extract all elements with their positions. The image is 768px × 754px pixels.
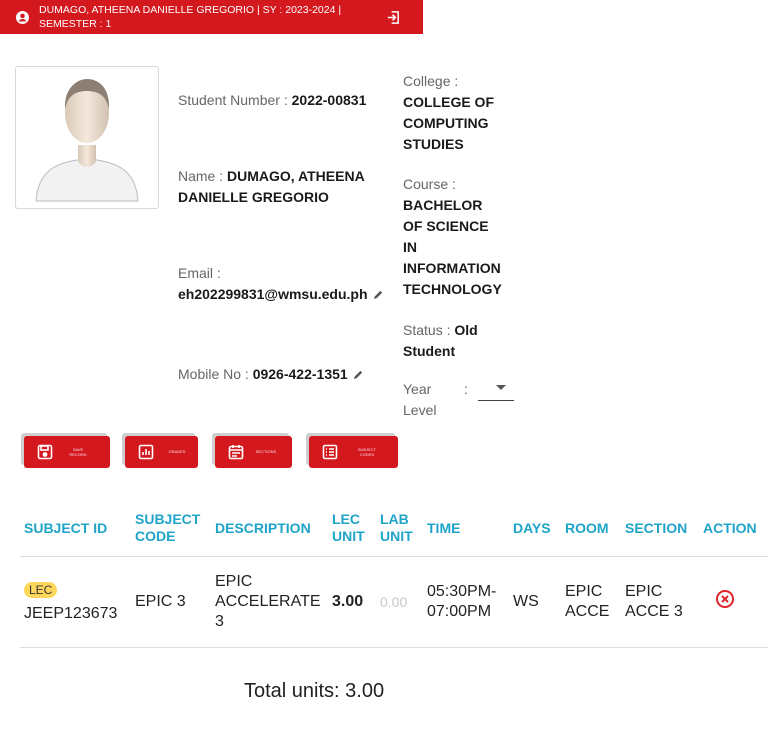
save-record-label: SAVE RECORD <box>69 447 87 457</box>
student-mobile: Mobile No : 0926-422-1351 <box>178 364 393 385</box>
chart-icon <box>138 444 154 460</box>
cell-section: EPIC ACCE 3 <box>621 556 699 648</box>
college-value: COLLEGE OF COMPUTING STUDIES <box>403 94 494 152</box>
col-action: ACTION <box>703 519 757 536</box>
course-value: BACHELOR OF SCIENCE IN INFORMATION TECHN… <box>403 197 502 297</box>
grades-button[interactable]: GRADES <box>125 436 198 468</box>
table-row: LEC JEEP123673 EPIC 3 EPIC ACCELERATE 3 … <box>20 556 768 648</box>
subjects-table: SUBJECT ID SUBJECT CODE DESCRIPTION LEC … <box>20 500 768 648</box>
logout-icon[interactable] <box>386 10 401 25</box>
col-days: DAYS <box>513 519 551 536</box>
student-name-label: Name : <box>178 168 224 184</box>
cell-lab-unit: 0.00 <box>376 556 423 648</box>
student-course: Course : BACHELOR OF SCIENCE IN INFORMAT… <box>403 174 507 300</box>
col-subject-id: SUBJECT ID <box>24 519 108 536</box>
total-units: Total units: 3.00 <box>244 680 385 702</box>
col-lec-unit: LEC UNIT <box>332 511 365 544</box>
student-status: Status : Old Student <box>403 320 503 362</box>
cell-subject-code: EPIC 3 <box>131 556 211 648</box>
remove-circle-icon[interactable] <box>715 589 735 609</box>
edit-email-icon[interactable] <box>373 289 384 300</box>
lec-unit-value: 3.00 <box>332 593 364 610</box>
session-title: DUMAGO, ATHEENA DANIELLE GREGORIO | SY :… <box>39 4 342 30</box>
grades-label: GRADES <box>168 449 186 454</box>
col-description: DESCRIPTION <box>215 519 311 536</box>
status-label: Status : <box>403 322 451 338</box>
col-lab-unit: LAB UNIT <box>380 511 413 544</box>
course-label: Course : <box>403 176 456 192</box>
profile-avatar-icon <box>35 79 139 202</box>
cell-subject-id: LEC JEEP123673 <box>20 556 131 648</box>
student-number-value: 2022-00831 <box>291 92 367 108</box>
subject-id-value: JEEP123673 <box>24 605 118 622</box>
subject-code-value: EPIC 3 <box>135 593 186 610</box>
col-room: ROOM <box>565 519 609 536</box>
subject-codes-button[interactable]: SUBJECT CODES <box>309 436 398 468</box>
table-header-row: SUBJECT ID SUBJECT CODE DESCRIPTION LEC … <box>20 500 768 557</box>
sections-label: SECTIONS <box>255 449 277 454</box>
cell-time: 05:30PM-07:00PM <box>423 556 509 648</box>
cell-days: WS <box>509 556 561 648</box>
subject-codes-label: SUBJECT CODES <box>357 447 377 457</box>
cell-room: EPIC ACCE <box>561 556 621 648</box>
lec-badge: LEC <box>24 582 58 598</box>
avatar <box>15 66 159 209</box>
year-level-select[interactable] <box>478 378 514 401</box>
college-label: College : <box>403 73 459 89</box>
student-email-label: Email : <box>178 265 221 281</box>
user-circle-icon <box>16 11 29 24</box>
time-value: 05:30PM-07:00PM <box>427 583 497 620</box>
col-subject-code: SUBJECT CODE <box>135 511 201 544</box>
student-number: Student Number : 2022-00831 <box>178 90 366 111</box>
save-icon <box>37 444 53 460</box>
student-mobile-label: Mobile No : <box>178 366 249 382</box>
cell-description: EPIC ACCELERATE 3 <box>211 556 328 648</box>
col-time: TIME <box>427 519 461 536</box>
cell-lec-unit: 3.00 <box>328 556 376 648</box>
sections-button[interactable]: SECTIONS <box>215 436 292 468</box>
room-value: EPIC ACCE <box>565 583 610 620</box>
days-value: WS <box>513 593 539 610</box>
cell-action <box>699 556 768 648</box>
student-email: Email : eh202299831@wmsu.edu.ph <box>178 263 393 305</box>
year-level-label: Year Level <box>403 381 437 418</box>
year-level-sep: : <box>464 381 468 397</box>
edit-mobile-icon[interactable] <box>353 369 364 380</box>
student-email-value: eh202299831@wmsu.edu.ph <box>178 286 368 302</box>
top-bar: DUMAGO, ATHEENA DANIELLE GREGORIO | SY :… <box>0 0 423 34</box>
student-name: Name : DUMAGO, ATHEENA DANIELLE GREGORIO <box>178 166 378 208</box>
student-number-label: Student Number : <box>178 92 288 108</box>
section-value: EPIC ACCE 3 <box>625 583 683 620</box>
chevron-down-icon <box>496 385 506 390</box>
list-icon <box>322 444 338 460</box>
student-college: College : COLLEGE OF COMPUTING STUDIES <box>403 71 501 155</box>
save-record-button[interactable]: SAVE RECORD <box>24 436 110 468</box>
col-section: SECTION <box>625 519 688 536</box>
calendar-icon <box>228 445 244 460</box>
student-mobile-value: 0926-422-1351 <box>252 366 348 382</box>
lab-unit-value: 0.00 <box>380 593 408 610</box>
description-value: EPIC ACCELERATE 3 <box>215 573 321 630</box>
